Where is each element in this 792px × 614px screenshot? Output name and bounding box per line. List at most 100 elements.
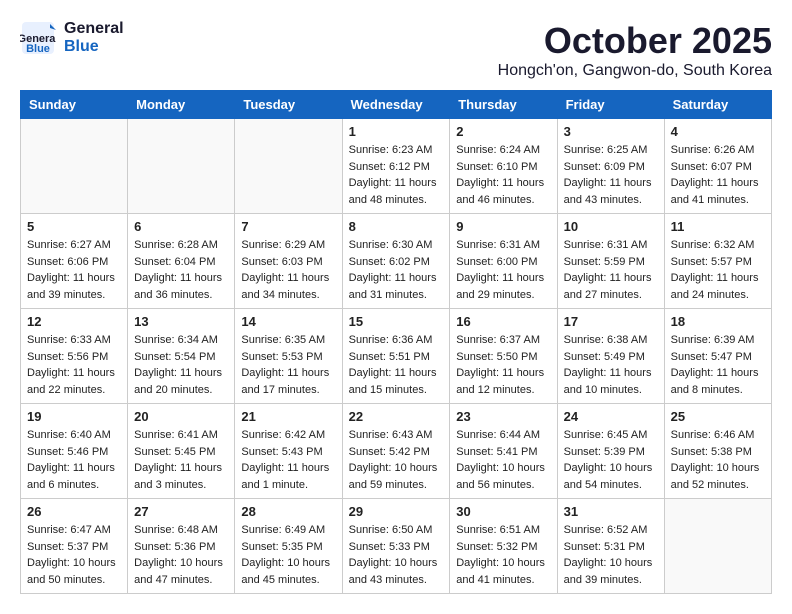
table-row: 16 Sunrise: 6:37 AM Sunset: 5:50 PM Dayli…: [450, 309, 557, 404]
day-info: Sunrise: 6:44 AM Sunset: 5:41 PM Dayligh…: [456, 427, 550, 493]
calendar-header-row: Sunday Monday Tuesday Wednesday Thursday…: [21, 91, 772, 119]
day-info: Sunrise: 6:29 AM Sunset: 6:03 PM Dayligh…: [241, 237, 335, 303]
day-info: Sunrise: 6:31 AM Sunset: 5:59 PM Dayligh…: [564, 237, 658, 303]
header-wednesday: Wednesday: [342, 91, 450, 119]
logo: General Blue General Blue: [20, 20, 124, 56]
day-info: Sunrise: 6:31 AM Sunset: 6:00 PM Dayligh…: [456, 237, 550, 303]
day-number: 2: [456, 124, 550, 139]
table-row: 19Sunrise: 6:40 AM Sunset: 5:46 PM Dayli…: [21, 404, 128, 499]
table-row: 22Sunrise: 6:43 AM Sunset: 5:42 PM Dayli…: [342, 404, 450, 499]
day-number: 21: [241, 409, 335, 424]
table-row: 29 Sunrise: 6:50 AM Sunset: 5:33 PM Dayli…: [342, 499, 450, 594]
day-info: Sunrise: 6:24 AM Sunset: 6:10 PM Dayligh…: [456, 142, 550, 208]
header-thursday: Thursday: [450, 91, 557, 119]
table-row: [664, 499, 771, 594]
day-number: 10: [564, 219, 658, 234]
day-number: 11: [671, 219, 765, 234]
day-number: 23: [456, 409, 550, 424]
logo-text: General Blue: [64, 20, 124, 56]
table-row: 2 Sunrise: 6:24 AM Sunset: 6:10 PM Daylig…: [450, 119, 557, 214]
table-row: 31 Sunrise: 6:52 AM Sunset: 5:31 PM Dayli…: [557, 499, 664, 594]
table-row: 23 Sunrise: 6:44 AM Sunset: 5:41 PM Dayli…: [450, 404, 557, 499]
table-row: [21, 119, 128, 214]
day-number: 15: [349, 314, 444, 329]
day-info: Sunrise: 6:32 AM Sunset: 5:57 PM Dayligh…: [671, 237, 765, 303]
table-row: 4 Sunrise: 6:26 AM Sunset: 6:07 PM Daylig…: [664, 119, 771, 214]
day-info: Sunrise: 6:51 AM Sunset: 5:32 PM Dayligh…: [456, 522, 550, 588]
day-info: Sunrise: 6:47 AM Sunset: 5:37 PM Dayligh…: [27, 522, 121, 588]
day-number: 1: [349, 124, 444, 139]
day-number: 5: [27, 219, 121, 234]
day-number: 14: [241, 314, 335, 329]
day-info: Sunrise: 6:48 AM Sunset: 5:36 PM Dayligh…: [134, 522, 228, 588]
day-number: 16: [456, 314, 550, 329]
table-row: 27 Sunrise: 6:48 AM Sunset: 5:36 PM Dayli…: [128, 499, 235, 594]
table-row: 12 Sunrise: 6:33 AM Sunset: 5:56 PM Dayli…: [21, 309, 128, 404]
day-number: 24: [564, 409, 658, 424]
header-tuesday: Tuesday: [235, 91, 342, 119]
day-info: Sunrise: 6:43 AM Sunset: 5:42 PM Dayligh…: [349, 427, 444, 493]
day-info: Sunrise: 6:26 AM Sunset: 6:07 PM Dayligh…: [671, 142, 765, 208]
table-row: 3Sunrise: 6:25 AM Sunset: 6:09 PM Daylig…: [557, 119, 664, 214]
calendar-week-row: 19Sunrise: 6:40 AM Sunset: 5:46 PM Dayli…: [21, 404, 772, 499]
table-row: 15 Sunrise: 6:36 AM Sunset: 5:51 PM Dayli…: [342, 309, 450, 404]
table-row: 14 Sunrise: 6:35 AM Sunset: 5:53 PM Dayli…: [235, 309, 342, 404]
day-info: Sunrise: 6:39 AM Sunset: 5:47 PM Dayligh…: [671, 332, 765, 398]
location-title: Hongch'on, Gangwon-do, South Korea: [498, 62, 772, 80]
table-row: 10 Sunrise: 6:31 AM Sunset: 5:59 PM Dayli…: [557, 214, 664, 309]
table-row: 24 Sunrise: 6:45 AM Sunset: 5:39 PM Dayli…: [557, 404, 664, 499]
day-info: Sunrise: 6:46 AM Sunset: 5:38 PM Dayligh…: [671, 427, 765, 493]
table-row: [128, 119, 235, 214]
day-number: 7: [241, 219, 335, 234]
day-number: 3: [564, 124, 658, 139]
table-row: 5 Sunrise: 6:27 AM Sunset: 6:06 PM Daylig…: [21, 214, 128, 309]
day-info: Sunrise: 6:37 AM Sunset: 5:50 PM Dayligh…: [456, 332, 550, 398]
table-row: 13 Sunrise: 6:34 AM Sunset: 5:54 PM Dayli…: [128, 309, 235, 404]
day-number: 19: [27, 409, 121, 424]
day-number: 30: [456, 504, 550, 519]
day-number: 13: [134, 314, 228, 329]
logo-blue: Blue: [64, 38, 99, 55]
day-info: Sunrise: 6:27 AM Sunset: 6:06 PM Dayligh…: [27, 237, 121, 303]
page-container: General Blue General Blue October 2025 H…: [20, 20, 772, 594]
table-row: 18 Sunrise: 6:39 AM Sunset: 5:47 PM Dayli…: [664, 309, 771, 404]
day-number: 8: [349, 219, 444, 234]
day-info: Sunrise: 6:49 AM Sunset: 5:35 PM Dayligh…: [241, 522, 335, 588]
day-info: Sunrise: 6:36 AM Sunset: 5:51 PM Dayligh…: [349, 332, 444, 398]
day-number: 17: [564, 314, 658, 329]
header: General Blue General Blue October 2025 H…: [20, 20, 772, 80]
header-sunday: Sunday: [21, 91, 128, 119]
day-number: 31: [564, 504, 658, 519]
day-number: 9: [456, 219, 550, 234]
day-info: Sunrise: 6:41 AM Sunset: 5:45 PM Dayligh…: [134, 427, 228, 493]
table-row: 9 Sunrise: 6:31 AM Sunset: 6:00 PM Daylig…: [450, 214, 557, 309]
day-info: Sunrise: 6:52 AM Sunset: 5:31 PM Dayligh…: [564, 522, 658, 588]
day-number: 27: [134, 504, 228, 519]
month-title: October 2025: [498, 20, 772, 62]
header-friday: Friday: [557, 91, 664, 119]
header-saturday: Saturday: [664, 91, 771, 119]
table-row: 28 Sunrise: 6:49 AM Sunset: 5:35 PM Dayli…: [235, 499, 342, 594]
day-number: 6: [134, 219, 228, 234]
calendar-week-row: 12 Sunrise: 6:33 AM Sunset: 5:56 PM Dayli…: [21, 309, 772, 404]
day-info: Sunrise: 6:33 AM Sunset: 5:56 PM Dayligh…: [27, 332, 121, 398]
table-row: 17 Sunrise: 6:38 AM Sunset: 5:49 PM Dayli…: [557, 309, 664, 404]
title-section: October 2025 Hongch'on, Gangwon-do, Sout…: [498, 20, 772, 80]
table-row: 6 Sunrise: 6:28 AM Sunset: 6:04 PM Daylig…: [128, 214, 235, 309]
day-info: Sunrise: 6:45 AM Sunset: 5:39 PM Dayligh…: [564, 427, 658, 493]
day-info: Sunrise: 6:28 AM Sunset: 6:04 PM Dayligh…: [134, 237, 228, 303]
day-number: 28: [241, 504, 335, 519]
svg-text:Blue: Blue: [26, 43, 50, 55]
day-info: Sunrise: 6:50 AM Sunset: 5:33 PM Dayligh…: [349, 522, 444, 588]
day-number: 18: [671, 314, 765, 329]
day-info: Sunrise: 6:35 AM Sunset: 5:53 PM Dayligh…: [241, 332, 335, 398]
day-info: Sunrise: 6:34 AM Sunset: 5:54 PM Dayligh…: [134, 332, 228, 398]
table-row: 25 Sunrise: 6:46 AM Sunset: 5:38 PM Dayli…: [664, 404, 771, 499]
day-number: 29: [349, 504, 444, 519]
day-number: 4: [671, 124, 765, 139]
day-number: 25: [671, 409, 765, 424]
calendar-week-row: 5 Sunrise: 6:27 AM Sunset: 6:06 PM Daylig…: [21, 214, 772, 309]
day-number: 12: [27, 314, 121, 329]
day-info: Sunrise: 6:38 AM Sunset: 5:49 PM Dayligh…: [564, 332, 658, 398]
day-number: 20: [134, 409, 228, 424]
